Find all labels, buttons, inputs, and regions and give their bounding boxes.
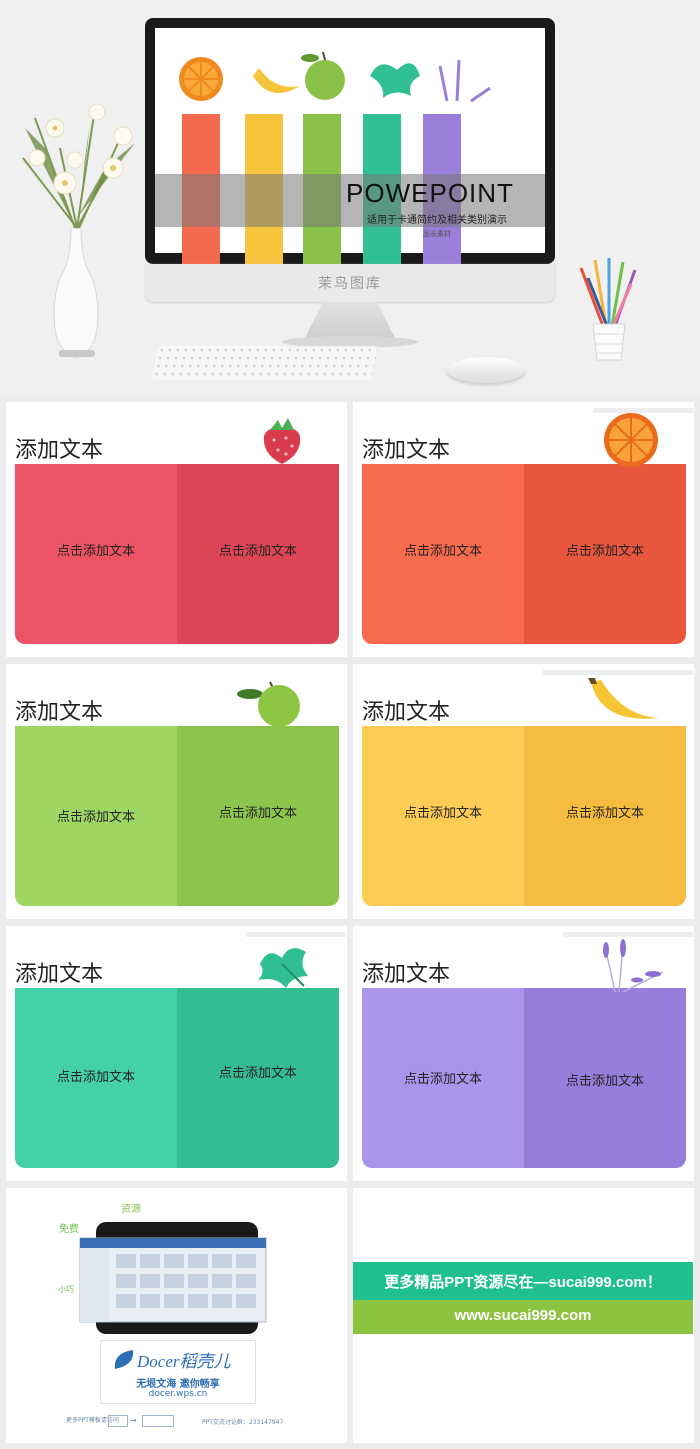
card-panel: 点击添加文本 点击添加文本 bbox=[15, 988, 339, 1168]
right-text[interactable]: 点击添加文本 bbox=[524, 1070, 686, 1089]
promo-banner-top: 更多精品PPT资源尽在—sucai999.com！ bbox=[353, 1262, 693, 1300]
monitor-chin: 茉鸟图库 bbox=[145, 264, 555, 302]
slide-tag: 品长素材 bbox=[423, 230, 451, 238]
card-panel: 点击添加文本 点击添加文本 bbox=[362, 464, 686, 644]
right-text[interactable]: 点击添加文本 bbox=[177, 1062, 339, 1081]
left-text[interactable]: 点击添加文本 bbox=[15, 1066, 177, 1085]
banana-icon bbox=[588, 678, 659, 719]
monitor-screen: POWEPOINT 适用于卡通简约及相关类别演示 品长素材 bbox=[155, 28, 545, 269]
right-text[interactable]: 点击添加文本 bbox=[177, 540, 339, 559]
left-text[interactable]: 点击添加文本 bbox=[362, 540, 524, 559]
docer-logo: Docer稻壳儿 bbox=[137, 1352, 231, 1371]
docer-url[interactable]: docer.wps.cn bbox=[101, 1389, 255, 1399]
promo-banner-bottom: www.sucai999.com bbox=[353, 1300, 693, 1334]
fruit-row-icon bbox=[179, 51, 491, 103]
docer-qr-box bbox=[142, 1415, 174, 1427]
lavender-icon bbox=[603, 939, 664, 992]
docer-slogan: 无垠文海 邀你畅享 bbox=[136, 1379, 220, 1390]
right-text[interactable]: 点击添加文本 bbox=[524, 802, 686, 821]
slide-title: POWEPOINT bbox=[346, 178, 514, 208]
mint-icon bbox=[258, 948, 308, 988]
card-4: 添加文本 点击添加文本 点击添加文本 bbox=[353, 664, 694, 919]
keyboard-icon bbox=[151, 346, 379, 380]
right-text[interactable]: 点击添加文本 bbox=[524, 540, 686, 559]
right-text[interactable]: 点击添加文本 bbox=[177, 802, 339, 821]
left-text[interactable]: 点击添加文本 bbox=[15, 540, 177, 559]
card-title[interactable]: 添加文本 bbox=[15, 432, 103, 464]
card-panel: 点击添加文本 点击添加文本 bbox=[15, 464, 339, 644]
monitor-frame: POWEPOINT 适用于卡通简约及相关类别演示 品长素材 bbox=[145, 18, 555, 269]
orange-icon bbox=[604, 413, 658, 467]
card-1: 添加文本 点击添加文本 点击添加文本 bbox=[6, 402, 347, 657]
docer-qr-box bbox=[108, 1415, 128, 1427]
left-text[interactable]: 点击添加文本 bbox=[362, 802, 524, 821]
card-3: 添加文本 点击添加文本 点击添加文本 bbox=[6, 664, 347, 919]
card-title[interactable]: 添加文本 bbox=[362, 956, 450, 988]
promo-line1[interactable]: 更多精品PPT资源尽在—sucai999.com！ bbox=[353, 1271, 693, 1292]
mouse-icon bbox=[447, 357, 525, 383]
flower-vase-icon bbox=[22, 103, 135, 359]
docer-tag: 资源 bbox=[121, 1204, 141, 1215]
promo-url[interactable]: www.sucai999.com bbox=[353, 1307, 693, 1324]
card-2: 添加文本 点击添加文本 点击添加文本 bbox=[353, 402, 694, 657]
docer-leaf-icon bbox=[114, 1350, 134, 1369]
monitor-stand bbox=[305, 302, 395, 338]
left-text[interactable]: 点击添加文本 bbox=[15, 806, 177, 825]
card-5: 添加文本 点击添加文本 点击添加文本 bbox=[6, 926, 347, 1181]
strawberry-icon bbox=[263, 418, 301, 464]
card-panel: 点击添加文本 点击添加文本 bbox=[362, 726, 686, 906]
docer-logo-box: Docer稻壳儿 无垠文海 邀你畅享 docer.wps.cn bbox=[100, 1340, 256, 1404]
slide-subtitle: 适用于卡通简约及相关类别演示 bbox=[367, 215, 507, 226]
docer-card: 资源 免费 小巧 Docer稻壳儿 无垠文海 邀你畅享 docer.wps.cn… bbox=[6, 1188, 347, 1443]
tablet-screenshot-icon bbox=[79, 1222, 267, 1334]
card-title[interactable]: 添加文本 bbox=[15, 694, 103, 726]
docer-tag: 小巧 bbox=[58, 1285, 74, 1294]
deco-line bbox=[246, 932, 346, 937]
card-title[interactable]: 添加文本 bbox=[362, 694, 450, 726]
card-panel: 点击添加文本 点击添加文本 bbox=[362, 988, 686, 1168]
docer-arrow-icon: → bbox=[130, 1416, 137, 1425]
card-title[interactable]: 添加文本 bbox=[15, 956, 103, 988]
card-title[interactable]: 添加文本 bbox=[362, 432, 450, 464]
card-panel: 点击添加文本 点击添加文本 bbox=[15, 726, 339, 906]
left-text[interactable]: 点击添加文本 bbox=[362, 1068, 524, 1087]
docer-footer-right: PPT交流讨论群：233147947 bbox=[202, 1419, 284, 1426]
monitor-brand: 茉鸟图库 bbox=[318, 276, 382, 292]
pencil-cup-icon bbox=[579, 258, 637, 361]
card-6: 添加文本 点击添加文本 点击添加文本 bbox=[353, 926, 694, 1181]
hero-banner: POWEPOINT 适用于卡通简约及相关类别演示 品长素材 茉鸟图库 bbox=[0, 0, 700, 395]
lime-icon bbox=[237, 681, 300, 727]
